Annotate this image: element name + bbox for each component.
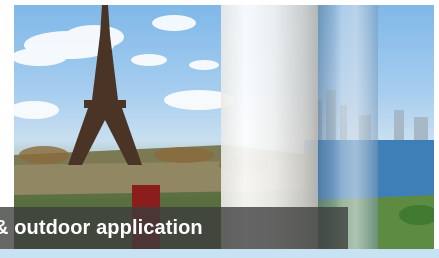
caption-bar: & outdoor application [0, 207, 348, 249]
hero-banner: & outdoor application [0, 0, 439, 258]
bottom-accent-strip [0, 249, 439, 258]
banner-caption: & outdoor application [0, 216, 203, 239]
